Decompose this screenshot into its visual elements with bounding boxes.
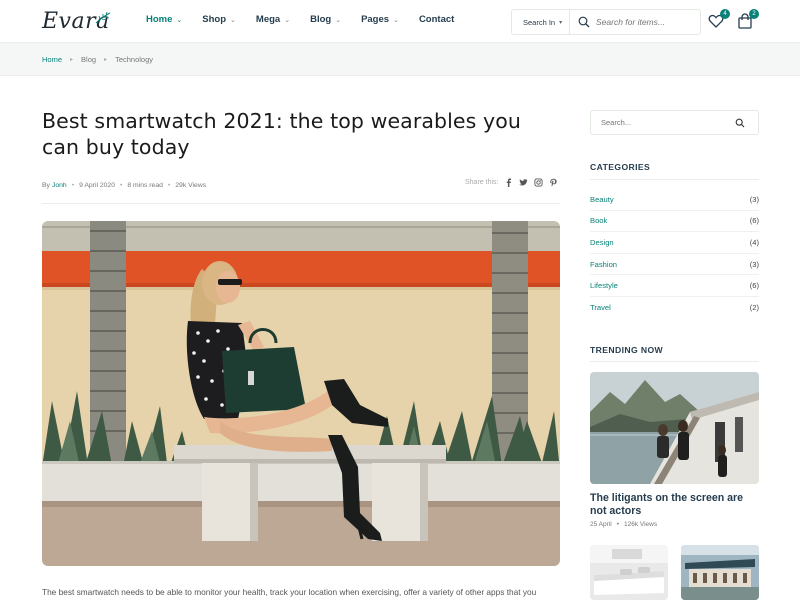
leaf-icon <box>95 11 111 24</box>
meta-separator: • <box>71 182 75 189</box>
list-item[interactable]: Book (6) <box>590 211 759 233</box>
search-category-label: Search In <box>523 17 556 27</box>
nav-label: Mega <box>255 14 281 25</box>
trending-heading: TRENDING NOW <box>590 345 664 355</box>
cart-button[interactable]: 2 <box>737 9 759 29</box>
article-title: Best smartwatch 2021: the top wearables … <box>42 109 522 159</box>
pinterest-icon[interactable] <box>549 178 558 187</box>
share-bar: Share this: <box>465 178 558 187</box>
breadcrumb-bar: Home ▸ Blog ▸ Technology <box>0 42 800 76</box>
list-item[interactable]: Design (4) <box>590 232 759 254</box>
share-label: Share this: <box>465 179 499 186</box>
meta-date: 9 April 2020 <box>79 182 115 189</box>
heading-divider <box>590 179 759 180</box>
cart-count-badge: 2 <box>749 9 759 19</box>
nav-contact[interactable]: Contact <box>419 14 454 25</box>
list-item[interactable]: Beauty (3) <box>590 189 759 211</box>
category-name: Design <box>590 237 614 247</box>
article-meta: By Jonh • 9 April 2020 • 8 mins read • 2… <box>42 182 206 189</box>
list-item[interactable]: Travel (2) <box>590 297 759 319</box>
hero-image <box>42 221 560 566</box>
chevron-down-icon: ⌄ <box>284 16 291 24</box>
breadcrumb-blog[interactable]: Blog <box>81 55 96 64</box>
article-intro: The best smartwatch needs to be able to … <box>42 587 537 597</box>
divider <box>42 203 560 204</box>
nav-blog[interactable]: Blog ⌄ <box>310 14 341 25</box>
category-count: (3) <box>749 194 759 204</box>
list-item[interactable]: Fashion (3) <box>590 254 759 276</box>
breadcrumb-technology: Technology <box>115 55 154 64</box>
site-header: Evara Home ⌄ Shop ⌄ Mega ⌄ Blog ⌄ Pages ⌄ Con… <box>0 0 800 42</box>
category-count: (4) <box>749 237 759 247</box>
nav-home[interactable]: Home ⌄ <box>146 14 182 25</box>
nav-label: Pages <box>361 14 390 25</box>
nav-shop[interactable]: Shop ⌄ <box>202 14 236 25</box>
chevron-down-icon: ▾ <box>559 19 563 26</box>
nav-label: Contact <box>418 14 455 25</box>
category-count: (6) <box>749 281 759 291</box>
header-search: Search In ▾ <box>511 9 701 35</box>
chevron-down-icon: ⌄ <box>230 16 236 24</box>
categories-heading: CATEGORIES <box>590 162 651 172</box>
chevron-down-icon: ⌄ <box>335 16 342 24</box>
category-list: Beauty (3) Book (6) Design (4) Fashion (3) L… <box>590 189 759 319</box>
trending-thumbnail[interactable] <box>590 545 668 600</box>
category-count: (2) <box>749 303 759 313</box>
category-name: Lifestyle <box>590 281 618 291</box>
wishlist-button[interactable]: 4 <box>708 9 730 29</box>
trending-views: 126k Views <box>623 521 658 528</box>
category-name: Fashion <box>590 259 618 269</box>
meta-separator: • <box>616 521 619 528</box>
breadcrumb-home[interactable]: Home <box>42 55 62 64</box>
nav-label: Blog <box>310 14 332 25</box>
category-count: (3) <box>749 259 759 269</box>
search-icon[interactable] <box>735 118 745 128</box>
trending-meta: 25 April • 126k Views <box>590 521 657 528</box>
meta-separator: • <box>167 182 171 189</box>
search-input[interactable] <box>596 17 692 27</box>
search-category-select[interactable]: Search In ▾ <box>512 10 570 34</box>
nav-label: Home <box>146 14 173 25</box>
search-icon[interactable] <box>578 16 590 28</box>
trending-title[interactable]: The litigants on the screen are not acto… <box>590 492 760 518</box>
category-count: (6) <box>749 216 759 226</box>
meta-views: 29k Views <box>175 182 207 189</box>
chevron-down-icon: ⌄ <box>176 16 183 24</box>
sidebar-search <box>590 110 759 135</box>
sidebar-search-input[interactable] <box>601 118 731 127</box>
trending-thumbnail[interactable] <box>681 545 759 600</box>
wishlist-count-badge: 4 <box>720 9 730 19</box>
heading-divider <box>590 361 759 362</box>
trending-date: 25 April <box>590 521 612 528</box>
breadcrumb-separator-icon: ▸ <box>104 57 108 63</box>
nav-label: Shop <box>202 14 227 25</box>
meta-read-time: 8 mins read <box>127 182 163 189</box>
instagram-icon[interactable] <box>534 178 544 187</box>
breadcrumb-separator-icon: ▸ <box>70 57 74 63</box>
meta-separator: • <box>119 182 123 189</box>
list-item[interactable]: Lifestyle (6) <box>590 275 759 297</box>
meta-author[interactable]: Jonh <box>52 182 67 189</box>
trending-image[interactable] <box>590 372 759 484</box>
main-nav: Home ⌄ Shop ⌄ Mega ⌄ Blog ⌄ Pages ⌄ Contact <box>146 14 474 25</box>
facebook-icon[interactable] <box>504 178 513 187</box>
category-name: Travel <box>590 303 611 313</box>
twitter-icon[interactable] <box>519 178 529 187</box>
nav-pages[interactable]: Pages ⌄ <box>361 14 399 25</box>
category-name: Beauty <box>590 194 614 204</box>
chevron-down-icon: ⌄ <box>393 16 399 24</box>
meta-by: By <box>42 182 50 189</box>
breadcrumb: Home ▸ Blog ▸ Technology <box>42 55 153 64</box>
nav-mega[interactable]: Mega ⌄ <box>256 14 290 25</box>
category-name: Book <box>590 216 608 226</box>
